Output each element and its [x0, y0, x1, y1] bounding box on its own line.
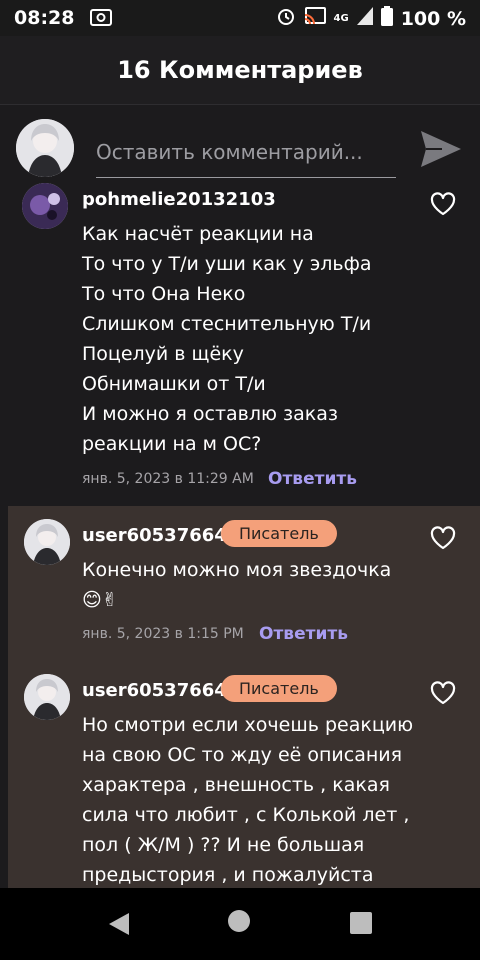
alarm-icon — [276, 6, 296, 31]
back-icon[interactable] — [108, 912, 130, 940]
username[interactable]: user60537664 — [82, 680, 227, 701]
comment-item: user60537664 Писатель Но смотри если хоч… — [0, 662, 480, 888]
avatar — [16, 119, 74, 177]
username[interactable]: pohmelie20132103 — [82, 189, 276, 210]
comment-line: предыстория , и пожалуйста — [82, 864, 374, 886]
writer-badge: Писатель — [221, 675, 337, 702]
username[interactable]: user60537664 — [82, 525, 227, 546]
comment-item: user60537664 Писатель Конечно можно моя … — [0, 506, 480, 656]
comment-text: Но смотри если хочешь реакцию на свою ОС… — [82, 710, 442, 890]
signal-icon — [356, 7, 373, 30]
reply-button[interactable]: Ответить — [259, 624, 348, 644]
comment-text: Как насчёт реакции на То что у Т/и уши к… — [82, 219, 412, 459]
comment-line: сила что любит , с Колькой лет , — [82, 804, 410, 826]
comment-text: Конечно можно моя звездочка 😊✌ — [82, 555, 412, 615]
send-icon[interactable] — [420, 129, 462, 173]
comment-line: пол ( Ж/М ) ?? И не большая — [82, 834, 365, 856]
system-nav-bar — [0, 888, 480, 960]
comment-input[interactable] — [96, 127, 396, 178]
comment-line: То что Она Неко — [82, 283, 246, 305]
network-type: 4G — [333, 13, 349, 24]
home-icon[interactable] — [228, 910, 250, 932]
page-title: 16 Комментариев — [117, 56, 363, 84]
battery-level: 100 % — [400, 7, 466, 30]
comment-line: То что у Т/и уши как у эльфа — [82, 253, 372, 275]
comment-line: Но смотри если хочешь реакцию — [82, 714, 414, 736]
comment-item: pohmelie20132103 Как насчёт реакции на Т… — [0, 183, 480, 500]
comment-line: Конечно можно моя звездочка — [82, 559, 392, 581]
comment-timestamp: янв. 5, 2023 в 1:15 PM — [82, 626, 244, 642]
heart-icon[interactable] — [430, 681, 456, 709]
status-time: 08:28 — [14, 7, 75, 29]
recents-icon[interactable] — [350, 912, 372, 934]
avatar[interactable] — [24, 674, 70, 720]
avatar[interactable] — [24, 519, 70, 565]
writer-badge: Писатель — [221, 520, 337, 547]
reply-button[interactable]: Ответить — [268, 469, 357, 489]
cast-icon — [304, 7, 326, 30]
comments-header: 16 Комментариев — [0, 36, 480, 105]
comment-line: Поцелуй в щёку — [82, 343, 244, 365]
heart-icon[interactable] — [430, 526, 456, 554]
screenshot-icon — [90, 8, 112, 33]
comment-line: Слишком стеснительную Т/и — [82, 313, 372, 335]
comment-line: характера , внешность , какая — [82, 774, 390, 796]
comment-line: И можно я оставлю заказ — [82, 403, 339, 425]
comment-line: Обнимашки от Т/и — [82, 373, 266, 395]
comment-line: реакции на м ОС? — [82, 433, 262, 455]
comment-composer — [0, 105, 480, 190]
heart-icon[interactable] — [430, 192, 456, 220]
comment-line: 😊✌ — [82, 589, 118, 611]
comment-line: на свою ОС то жду её описания — [82, 744, 403, 766]
comment-line: Как насчёт реакции на — [82, 223, 314, 245]
comment-timestamp: янв. 5, 2023 в 11:29 AM — [82, 471, 254, 487]
battery-icon — [380, 6, 393, 31]
avatar[interactable] — [22, 183, 68, 229]
status-bar: 08:28 4G 100 % — [0, 0, 480, 36]
